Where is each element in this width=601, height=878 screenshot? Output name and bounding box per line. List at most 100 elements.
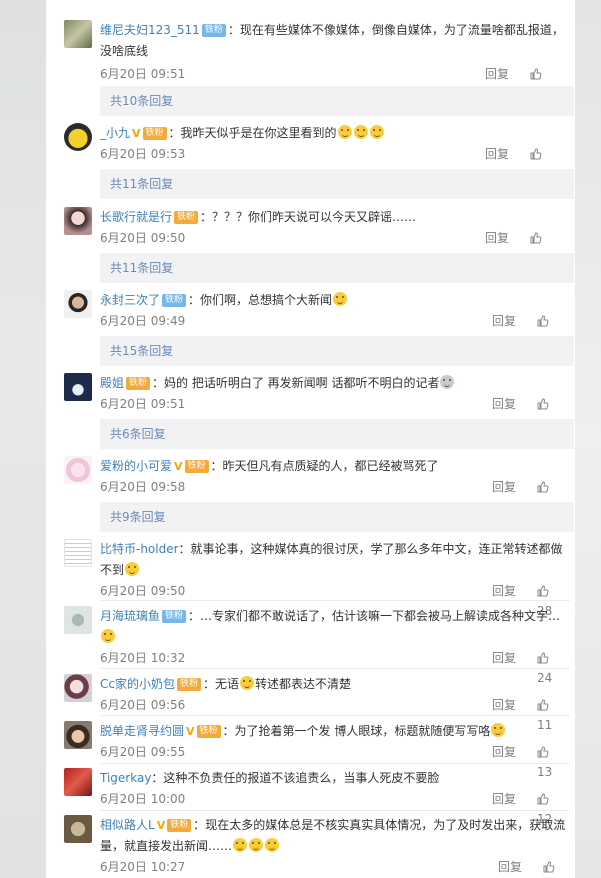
thumbs-up-icon (537, 585, 549, 597)
reply-button[interactable]: 回复 (492, 648, 516, 668)
emoji-icon (333, 292, 348, 306)
timestamp: 6月20日 10:32 (100, 651, 186, 665)
timestamp: 6月20日 09:50 (100, 584, 186, 598)
reply-button[interactable]: 回复 (492, 789, 516, 809)
avatar[interactable] (64, 606, 92, 634)
timestamp: 6月20日 10:00 (100, 792, 186, 806)
thumbs-up-icon (543, 861, 555, 873)
avatar[interactable] (64, 207, 92, 235)
avatar[interactable] (64, 674, 92, 702)
emoji-icon (125, 562, 140, 576)
timestamp: 6月20日 09:56 (100, 698, 186, 712)
reply-button[interactable]: 回复 (492, 581, 516, 601)
timestamp: 6月20日 09:55 (100, 745, 186, 759)
thumbs-up-icon (530, 232, 542, 244)
username[interactable]: 维尼夫妇123_511 (100, 23, 200, 37)
reply-button[interactable]: 回复 (492, 742, 516, 762)
more-replies-link[interactable]: 共11条回复 (100, 253, 574, 283)
timestamp: 6月20日 10:27 (100, 860, 186, 874)
thumbs-up-icon (537, 398, 549, 410)
comment-text: _小九 V 铁粉 ：我昨天似乎是在你这里看到的 (100, 123, 566, 144)
comment-text: 殿姐 铁粉 ：妈的 把话听明白了 再发新闻啊 话都听不明白的记者 (100, 373, 566, 394)
avatar[interactable] (64, 721, 92, 749)
thumbs-up-icon (537, 652, 549, 664)
more-replies-link[interactable]: 共10条回复 (100, 86, 574, 116)
username[interactable]: 殿姐 (100, 376, 124, 390)
comment-content-continued: 转述都表达不清楚 (255, 677, 352, 691)
comment-meta: 6月20日 09:51 回复 55 (100, 394, 566, 431)
username[interactable]: _小九 (100, 126, 130, 140)
reply-button[interactable]: 回复 (492, 311, 516, 331)
username[interactable]: Cc家的小奶包 (100, 677, 175, 691)
more-replies-link[interactable]: 共6条回复 (100, 419, 574, 449)
avatar[interactable] (64, 815, 92, 843)
comment-content: ：？？？你们昨天说可以今天又辟谣…… (200, 210, 417, 224)
fan-badge: 铁粉 (142, 127, 167, 140)
emoji-icon (369, 125, 384, 139)
username[interactable]: 爱粉的小可爱 (100, 459, 172, 473)
page-background-right (575, 0, 601, 878)
emoji-icon (265, 838, 280, 852)
fan-badge: 铁粉 (176, 678, 201, 691)
emoji-icon (249, 838, 264, 852)
avatar[interactable] (64, 290, 92, 318)
reply-button[interactable]: 回复 (492, 695, 516, 715)
thumbs-up-icon (530, 148, 542, 160)
divider (100, 763, 570, 764)
divider (100, 715, 570, 716)
reply-button[interactable]: 回复 (485, 228, 509, 248)
reply-button[interactable]: 回复 (485, 64, 509, 84)
comment-content: ：昨天但凡有点质疑的人，都已经被骂死了 (210, 459, 439, 473)
more-replies-link[interactable]: 共9条回复 (100, 502, 574, 532)
timestamp: 6月20日 09:51 (100, 397, 186, 411)
reply-button[interactable]: 回复 (498, 857, 522, 877)
avatar[interactable] (64, 456, 92, 484)
reply-button[interactable]: 回复 (485, 144, 509, 164)
timestamp: 6月20日 09:51 (100, 67, 186, 81)
emoji-icon (337, 125, 352, 139)
verified-v-icon: V (132, 127, 141, 140)
timestamp: 6月20日 09:58 (100, 480, 186, 494)
username[interactable]: 长歌行就是行 (100, 210, 172, 224)
fan-badge: 铁粉 (184, 460, 209, 473)
comment-text: 维尼夫妇123_511 铁粉 ：现在有些媒体不像媒体，倒像自媒体，为了流量啥都乱报道… (100, 20, 566, 62)
comment-content: ：你们啊，总想搞个大新闻 (188, 293, 333, 307)
username[interactable]: 比特币-holder (100, 542, 179, 556)
avatar[interactable] (64, 123, 92, 151)
fan-badge: 铁粉 (167, 819, 192, 832)
verified-v-icon: V (186, 725, 195, 738)
reply-button[interactable]: 回复 (492, 477, 516, 497)
comment-text: 比特币-holder：就事论事，这种媒体真的很讨厌，学了那么多年中文，连正常转述… (100, 539, 566, 581)
avatar[interactable] (64, 539, 92, 567)
emoji-icon (440, 375, 455, 389)
comment-text: 月海琉璃鱼 铁粉 ：…专家们都不敢说话了，估计该嘛一下都会被马上解读成各种文字… (100, 606, 566, 648)
avatar[interactable] (64, 373, 92, 401)
comment-text: 永封三次了 铁粉 ：你们啊，总想搞个大新闻 (100, 290, 566, 311)
emoji-icon (353, 125, 368, 139)
username[interactable]: Tigerkay (100, 771, 151, 785)
avatar[interactable] (64, 20, 92, 48)
reply-button[interactable]: 回复 (492, 394, 516, 414)
avatar[interactable] (64, 768, 92, 796)
comment-meta: 6月20日 09:51 回复 315 (100, 64, 566, 101)
more-replies-link[interactable]: 共15条回复 (100, 336, 574, 366)
comment-content: ：我昨天似乎是在你这里看到的 (168, 126, 337, 140)
comment-text: Tigerkay：这种不负责任的报道不该追责么，当事人死皮不要脸 (100, 768, 566, 789)
comment-text: 长歌行就是行 铁粉 ：？？？你们昨天说可以今天又辟谣…… (100, 207, 566, 228)
comment-meta: 6月20日 09:58 回复 38 (100, 477, 566, 514)
like-button[interactable]: 5 (543, 857, 566, 878)
comment-meta: 6月20日 10:32 回复 24 (100, 648, 566, 685)
username[interactable]: 永封三次了 (100, 293, 160, 307)
username[interactable]: 月海琉璃鱼 (100, 609, 160, 623)
more-replies-link[interactable]: 共11条回复 (100, 169, 574, 199)
thumbs-up-icon (537, 746, 549, 758)
fan-badge: 铁粉 (196, 725, 221, 738)
fan-badge: 铁粉 (126, 377, 151, 390)
username[interactable]: 相似路人L (100, 818, 155, 832)
fan-badge: 铁粉 (162, 610, 187, 623)
comment-meta: 6月20日 10:00 回复 12 (100, 789, 566, 826)
thumbs-up-icon (537, 699, 549, 711)
fan-badge: 铁粉 (162, 294, 187, 307)
page-background-left (0, 0, 46, 878)
username[interactable]: 脱单走肾寻约圆 (100, 724, 184, 738)
